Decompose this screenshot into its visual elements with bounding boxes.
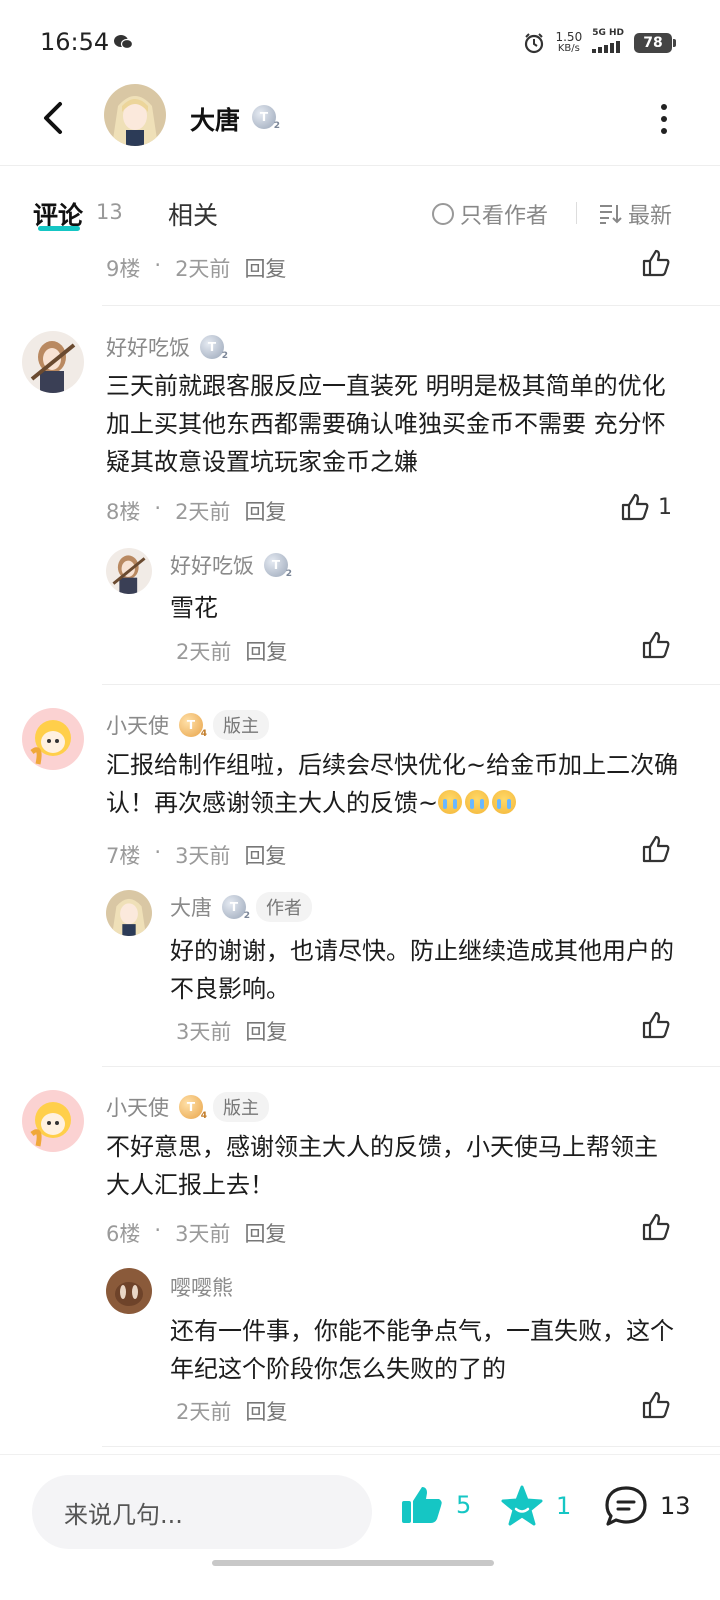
level-badge-icon: T4 [179, 1095, 207, 1121]
comment-meta: 9楼 · 2天前 回复 [106, 253, 287, 283]
signal: 5G HD [592, 28, 624, 57]
author-only-toggle[interactable]: 只看作者 [432, 198, 548, 230]
back-arrow-icon[interactable] [36, 100, 72, 136]
level-badge-icon: T2 [222, 895, 250, 921]
comment-meta: 7楼 · 3天前 回复 [106, 840, 287, 870]
comment-author[interactable]: 小天使 T4 版主 [106, 1092, 269, 1122]
like-icon[interactable] [641, 1390, 671, 1420]
comment-text: 不好意思，感谢领主大人的反馈，小天使马上帮领主大人汇报上去！ [106, 1133, 658, 1199]
comment-author[interactable]: 好好吃饭 T2 [106, 332, 228, 362]
radio-icon [432, 203, 454, 225]
more-options-icon[interactable] [658, 104, 670, 134]
comment-input[interactable]: 来说几句... [32, 1475, 372, 1549]
star-icon [501, 1485, 543, 1526]
comment-tabs: 评论 13 相关 只看作者 最新 [0, 180, 720, 244]
author-avatar[interactable] [104, 84, 166, 146]
like-button[interactable]: 1 [620, 492, 672, 522]
favorite-button[interactable]: 1 [500, 1485, 571, 1527]
comment-author[interactable]: 小天使 T4 版主 [106, 710, 269, 740]
reply-author[interactable]: 好好吃饭 T2 [170, 550, 292, 580]
reply-button[interactable]: 回复 [245, 1396, 287, 1426]
user-avatar[interactable] [22, 331, 84, 393]
reply-avatar[interactable] [106, 890, 152, 936]
reply-button[interactable]: 回复 [245, 1016, 287, 1046]
reply-button[interactable]: 回复 [245, 636, 287, 666]
tab-active-indicator [38, 226, 80, 231]
reply-meta: 3天前 回复 [176, 1016, 287, 1046]
comment-bubble-icon [605, 1486, 647, 1526]
comment-text: 汇报给制作组啦，后续会尽快优化~给金币加上二次确认！再次感谢领主大人的反馈~ [106, 751, 679, 817]
divider [102, 1066, 720, 1067]
moderator-tag: 版主 [213, 710, 269, 740]
sort-icon [600, 205, 622, 224]
divider [576, 202, 577, 224]
bottom-action-bar: 来说几句... 5 1 13 [0, 1454, 720, 1600]
user-avatar[interactable] [22, 1090, 84, 1152]
reply-avatar[interactable] [106, 1268, 152, 1314]
like-post-button[interactable]: 5 [400, 1485, 471, 1525]
signal-icon [592, 41, 621, 53]
like-icon[interactable] [641, 248, 671, 278]
status-bar: 16:54 1.50 KB/s 5G HD 78 [0, 0, 720, 88]
net-speed: 1.50 KB/s [555, 29, 583, 54]
author-name[interactable]: 大唐 [190, 101, 240, 137]
alarm-icon [525, 32, 544, 53]
status-time: 16:54 [40, 28, 110, 56]
sort-button[interactable]: 最新 [598, 198, 672, 230]
reply-text: 雪花 [170, 594, 218, 622]
level-badge-icon: T2 [252, 105, 280, 131]
level-badge-icon: T2 [200, 335, 228, 361]
tab-related[interactable]: 相关 [168, 196, 218, 232]
home-indicator[interactable] [212, 1560, 494, 1566]
comment-meta: 6楼 · 3天前 回复 [106, 1218, 287, 1248]
reply-button[interactable]: 回复 [244, 496, 286, 526]
reply-author[interactable]: 大唐 T2 作者 [170, 892, 312, 922]
reply-author[interactable]: 嘤嘤熊 [170, 1272, 233, 1302]
comment-meta: 8楼 · 2天前 回复 [106, 496, 287, 526]
like-icon[interactable] [641, 630, 671, 660]
like-icon[interactable] [641, 1212, 671, 1242]
comments-button[interactable]: 13 [604, 1485, 691, 1527]
crying-emoji-icon [438, 789, 519, 817]
comment-text: 三天前就跟客服反应一直装死 明明是极其简单的优化 加上买其他东西都需要确认唯独买… [106, 372, 666, 476]
like-icon [621, 493, 649, 521]
post-header: 大唐 T2 [0, 84, 720, 166]
like-icon[interactable] [641, 834, 671, 864]
divider [102, 684, 720, 685]
divider [102, 305, 720, 306]
wechat-icon [114, 35, 133, 50]
author-tag: 作者 [256, 892, 312, 922]
user-avatar[interactable] [22, 708, 84, 770]
reply-text: 好的谢谢，也请尽快。防止继续造成其他用户的不良影响。 [170, 937, 674, 1003]
like-icon[interactable] [641, 1010, 671, 1040]
moderator-tag: 版主 [213, 1092, 269, 1122]
reply-text: 还有一件事，你能不能争点气，一直失败，这个年纪这个阶段你怎么失败的了的 [170, 1317, 674, 1383]
reply-button[interactable]: 回复 [244, 253, 286, 283]
status-icons: 1.50 KB/s 5G HD 78 [523, 28, 676, 57]
level-badge-icon: T4 [179, 713, 207, 739]
reply-button[interactable]: 回复 [244, 1218, 286, 1248]
level-badge-icon: T2 [264, 553, 292, 579]
comment-list[interactable]: 9楼 · 2天前 回复 好好吃饭 T2 三天前就跟客服反应一直装死 明明是极其简单的… [0, 244, 720, 1454]
battery-indicator: 78 [634, 32, 676, 53]
reply-meta: 2天前 回复 [176, 636, 287, 666]
comments-count: 13 [96, 200, 123, 224]
reply-avatar[interactable] [106, 548, 152, 594]
reply-button[interactable]: 回复 [244, 840, 286, 870]
divider [102, 1446, 720, 1447]
reply-meta: 2天前 回复 [176, 1396, 287, 1426]
thumbs-up-icon [402, 1487, 442, 1523]
